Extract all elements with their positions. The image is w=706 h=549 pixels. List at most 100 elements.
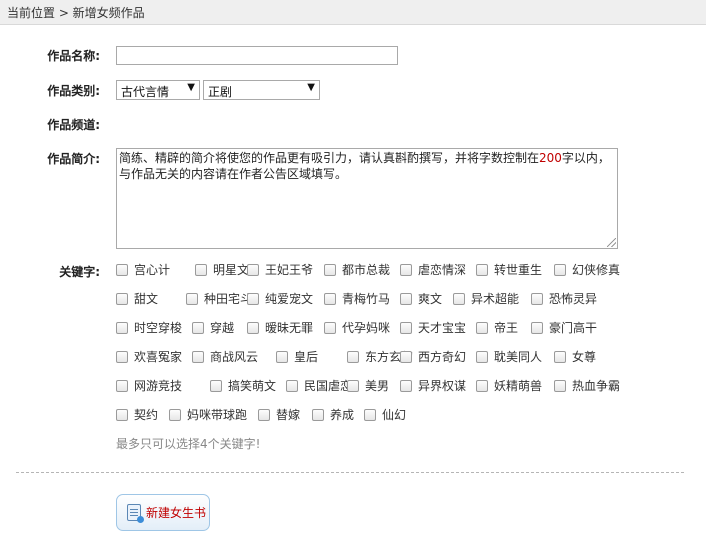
keyword-option[interactable]: 天才宝宝 [400,319,466,336]
keyword-option[interactable]: 明星文 [195,261,249,278]
keyword-checkbox[interactable] [476,321,488,334]
keyword-label: 都市总裁 [342,263,391,277]
create-book-button[interactable]: 新建女生书 [116,494,210,531]
keyword-checkbox[interactable] [347,350,359,363]
keyword-checkbox[interactable] [116,408,128,421]
keyword-checkbox[interactable] [324,321,336,334]
keyword-option[interactable]: 豪门高干 [531,319,597,336]
keyword-option[interactable]: 妈咪带球跑 [169,406,247,423]
keyword-option[interactable]: 替嫁 [258,406,300,423]
keyword-option[interactable]: 妖精萌兽 [476,377,542,394]
keyword-label: 穿越 [210,321,235,335]
keyword-checkbox[interactable] [116,321,128,334]
keyword-checkbox[interactable] [195,263,207,276]
keyword-checkbox[interactable] [400,292,412,305]
intro-label: 作品简介: [47,152,100,166]
keyword-checkbox[interactable] [258,408,270,421]
keyword-option[interactable]: 幻侠修真 [554,261,620,278]
keyword-option[interactable]: 西方奇幻 [400,348,466,365]
keyword-option[interactable]: 暧昧无罪 [247,319,313,336]
keyword-checkbox[interactable] [400,321,412,334]
keyword-option[interactable]: 代孕妈咪 [324,319,390,336]
keyword-option[interactable]: 网游竞技 [116,377,182,394]
intro-textarea[interactable]: 简练、精辟的简介将使您的作品更有吸引力，请认真斟酌撰写，并将字数控制在200字以… [116,148,618,249]
keyword-label: 豪门高干 [549,321,598,335]
keyword-checkbox[interactable] [186,292,198,305]
keyword-checkbox[interactable] [476,379,488,392]
keyword-option[interactable]: 种田宅斗 [186,290,252,307]
keyword-option[interactable]: 养成 [312,406,354,423]
keyword-option[interactable]: 异界权谋 [400,377,466,394]
keyword-checkbox[interactable] [169,408,181,421]
divider [16,472,684,473]
keyword-option[interactable]: 都市总裁 [324,261,390,278]
keyword-option[interactable]: 帝王 [476,319,518,336]
keyword-checkbox[interactable] [400,350,412,363]
keyword-option[interactable]: 虐恋情深 [400,261,466,278]
keyword-checkbox[interactable] [247,292,259,305]
keyword-option[interactable]: 耽美同人 [476,348,542,365]
keyword-option[interactable]: 美男 [347,377,389,394]
keyword-option[interactable]: 皇后 [276,348,318,365]
keyword-checkbox[interactable] [247,321,259,334]
keyword-option[interactable]: 异术超能 [453,290,519,307]
keyword-checkbox[interactable] [210,379,222,392]
keyword-checkbox[interactable] [192,321,204,334]
keyword-option[interactable]: 转世重生 [476,261,542,278]
keyword-label: 商战风云 [210,350,259,364]
keyword-checkbox[interactable] [400,379,412,392]
subcategory-select[interactable]: 正剧 ▼ [203,80,320,100]
name-label: 作品名称: [47,49,100,63]
title-input[interactable] [116,46,398,65]
keyword-checkbox[interactable] [476,350,488,363]
keyword-option[interactable]: 时空穿梭 [116,319,182,336]
keyword-option[interactable]: 甜文 [116,290,158,307]
keyword-checkbox[interactable] [192,350,204,363]
keyword-option[interactable]: 青梅竹马 [324,290,390,307]
keyword-checkbox[interactable] [531,321,543,334]
keyword-checkbox[interactable] [312,408,324,421]
keyword-option[interactable]: 纯爱宠文 [247,290,313,307]
keyword-checkbox[interactable] [554,350,566,363]
keyword-option[interactable]: 女尊 [554,348,596,365]
keyword-checkbox[interactable] [476,263,488,276]
keyword-checkbox[interactable] [116,379,128,392]
keyword-checkbox[interactable] [116,292,128,305]
resize-grip-icon[interactable] [607,238,616,247]
keyword-option[interactable]: 契约 [116,406,158,423]
subcategory-select-value: 正剧 [208,85,233,99]
keyword-checkbox[interactable] [554,263,566,276]
dropdown-arrow-icon: ▼ [307,82,315,93]
keyword-checkbox[interactable] [400,263,412,276]
keyword-option[interactable]: 穿越 [192,319,234,336]
keyword-checkbox[interactable] [347,379,359,392]
keyword-checkbox[interactable] [116,350,128,363]
keyword-option[interactable]: 爽文 [400,290,442,307]
keyword-label: 天才宝宝 [418,321,467,335]
keyword-option[interactable]: 恐怖灵异 [531,290,597,307]
keyword-checkbox[interactable] [247,263,259,276]
keyword-option[interactable]: 欢喜冤家 [116,348,182,365]
keyword-option[interactable]: 王妃王爷 [247,261,313,278]
keyword-checkbox[interactable] [324,292,336,305]
keyword-checkbox[interactable] [324,263,336,276]
keyword-label: 契约 [134,408,159,422]
keyword-label: 网游竞技 [134,379,183,393]
keyword-option[interactable]: 宫心计 [116,261,170,278]
keyword-checkbox[interactable] [554,379,566,392]
keyword-checkbox[interactable] [531,292,543,305]
keyword-option[interactable]: 热血争霸 [554,377,620,394]
keyword-option[interactable]: 仙幻 [364,406,406,423]
keyword-checkbox[interactable] [116,263,128,276]
keyword-option[interactable]: 民国虐恋 [286,377,352,394]
keyword-option[interactable]: 搞笑萌文 [210,377,276,394]
keyword-checkbox[interactable] [453,292,465,305]
keyword-option[interactable]: 商战风云 [192,348,258,365]
keyword-checkbox[interactable] [286,379,298,392]
keyword-label: 民国虐恋 [304,379,353,393]
category-select[interactable]: 古代言情 ▼ [116,80,200,100]
keyword-checkbox[interactable] [276,350,288,363]
keyword-label: 异术超能 [471,292,520,306]
keyword-label: 热血争霸 [572,379,621,393]
keyword-checkbox[interactable] [364,408,376,421]
